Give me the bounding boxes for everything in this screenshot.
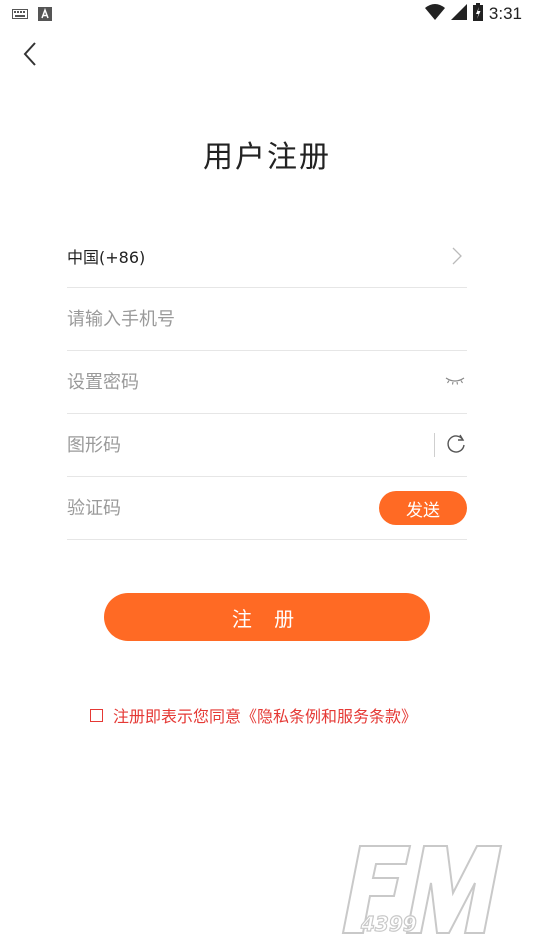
phone-input[interactable]	[67, 308, 367, 330]
country-code-selector[interactable]: 中国(+86)	[67, 225, 467, 288]
page-title: 用户注册	[203, 140, 331, 175]
svg-text:4399: 4399	[360, 912, 417, 936]
captcha-row	[67, 414, 467, 477]
chevron-right-icon	[447, 246, 467, 266]
fm4399-watermark-logo: 4399	[341, 845, 503, 937]
send-code-button[interactable]: 发送	[379, 491, 467, 525]
divider	[434, 433, 435, 457]
agreement-checkbox[interactable]	[90, 708, 103, 722]
refresh-icon[interactable]	[445, 432, 467, 458]
back-button[interactable]	[12, 36, 48, 72]
battery-icon	[472, 3, 483, 25]
register-form: 中国(+86) 发送	[67, 225, 467, 540]
sms-code-row: 发送	[67, 477, 467, 540]
agreement: 注册即表示您同意《隐私条例和服务条款》	[90, 703, 417, 727]
status-right: 3:31	[424, 3, 534, 25]
password-row	[67, 351, 467, 414]
register-button[interactable]: 注 册	[104, 593, 430, 641]
captcha-tools	[434, 432, 467, 458]
captcha-input[interactable]	[67, 434, 367, 456]
sms-code-input[interactable]	[67, 497, 367, 519]
chevron-left-icon	[23, 42, 36, 66]
eye-closed-icon[interactable]	[443, 372, 467, 392]
country-code-value: 中国(+86)	[67, 248, 146, 267]
phone-row	[67, 288, 467, 351]
clock: 3:31	[488, 4, 522, 23]
wifi-icon	[424, 4, 445, 24]
status-left	[0, 7, 52, 21]
keyboard-icon	[12, 9, 28, 19]
a-icon	[38, 7, 52, 21]
password-input[interactable]	[67, 371, 367, 393]
status-bar: 3:31	[0, 0, 534, 28]
agreement-text[interactable]: 注册即表示您同意《隐私条例和服务条款》	[113, 703, 417, 727]
signal-icon	[450, 4, 467, 24]
